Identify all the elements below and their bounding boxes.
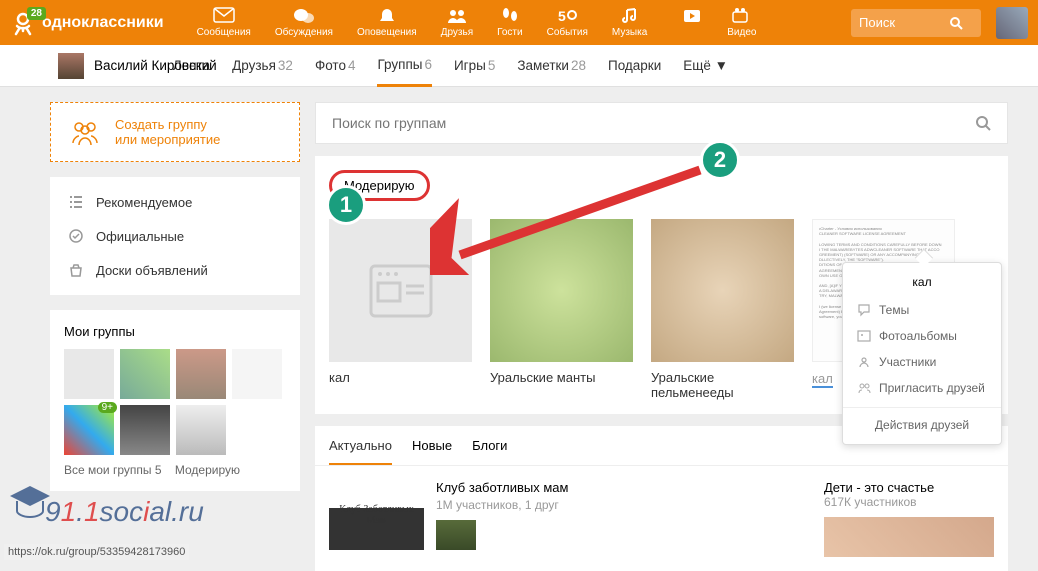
group-card[interactable]: Уральские пельменееды — [651, 219, 794, 400]
moderate-link[interactable]: Модерирую — [175, 463, 240, 477]
site-logo[interactable]: 28 одноклассники — [10, 10, 164, 36]
group-thumb[interactable] — [120, 405, 170, 455]
group-thumb[interactable] — [120, 349, 170, 399]
group-image — [490, 219, 633, 362]
all-groups-link[interactable]: Все мои группы 5 — [64, 463, 162, 477]
list-icon — [68, 194, 84, 210]
header-search[interactable] — [851, 9, 981, 37]
my-groups-title: Мои группы — [64, 324, 286, 339]
graduation-cap-icon — [5, 481, 55, 521]
sub-thumb — [436, 520, 476, 550]
group-thumb[interactable] — [176, 405, 226, 455]
actual-tab-current[interactable]: Актуально — [329, 438, 392, 465]
group-image — [329, 219, 472, 362]
create-group-button[interactable]: Создать группуили мероприятие — [50, 102, 300, 162]
popup-topics[interactable]: Темы — [843, 297, 1001, 323]
popup-albums[interactable]: Фотоальбомы — [843, 323, 1001, 349]
sidebar-item-official[interactable]: Официальные — [50, 219, 300, 253]
image-icon — [857, 329, 871, 343]
actual-tab-new[interactable]: Новые — [412, 438, 452, 465]
top-header: 28 одноклассники Сообщения Обсуждения Оп… — [0, 0, 1038, 45]
search-icon — [949, 16, 963, 30]
group-search-bar — [315, 102, 1008, 144]
nav-music[interactable]: Музыка — [604, 7, 655, 38]
group-image — [651, 219, 794, 362]
camera-icon — [731, 7, 753, 25]
popup-members[interactable]: Участники — [843, 349, 1001, 375]
group-thumb[interactable] — [64, 349, 114, 399]
profile-name: Василий Кировский — [94, 58, 217, 73]
user-avatar[interactable] — [996, 7, 1028, 39]
invite-icon — [857, 381, 871, 395]
profile-tabs: Василий Кировский Лента Друзья32 Фото4 Г… — [0, 45, 1038, 87]
site-name: одноклассники — [42, 14, 164, 32]
tab-groups[interactable]: Группы6 — [377, 45, 432, 87]
actual-section: Актуально Новые Блоги Клуб Заботливых Ма… — [315, 426, 1008, 571]
group-icon — [69, 119, 103, 145]
profile-user[interactable]: Василий Кировский — [58, 53, 217, 79]
watermark: 91.1social.ru — [15, 496, 204, 529]
tab-photos[interactable]: Фото4 — [315, 46, 356, 85]
featured-card[interactable]: Клуб Заботливых Мам Клуб заботливых мам … — [329, 480, 568, 557]
bell-icon — [376, 7, 398, 25]
nav-video-label[interactable]: Видео — [719, 7, 764, 38]
status-bar-url: https://ok.ru/group/53359428173960 — [4, 544, 189, 560]
chat-icon — [293, 7, 315, 25]
person-icon — [857, 355, 871, 369]
group-card[interactable]: Уральские манты — [490, 219, 633, 400]
sidebar-item-boards[interactable]: Доски объявлений — [50, 253, 300, 287]
featured-card[interactable]: Дети - это счастье 617К участников — [824, 480, 994, 557]
search-icon[interactable] — [975, 115, 991, 131]
footprints-icon — [499, 7, 521, 25]
group-popup: кал Темы Фотоальбомы Участники Пригласит… — [842, 262, 1002, 445]
people-icon — [446, 7, 468, 25]
tab-games[interactable]: Игры5 — [454, 46, 495, 85]
events-icon: 5 — [556, 7, 578, 25]
svg-text:5: 5 — [558, 8, 566, 24]
annotation-step-1: 1 — [326, 185, 366, 225]
nav-friends[interactable]: Друзья — [433, 7, 481, 38]
profile-avatar — [58, 53, 84, 79]
nav-notifications[interactable]: Оповещения — [349, 7, 425, 38]
ok-logo-icon: 28 — [10, 10, 36, 36]
popup-invite[interactable]: Пригласить друзей — [843, 375, 1001, 401]
group-thumb[interactable] — [232, 349, 282, 399]
nav-video[interactable] — [673, 7, 711, 38]
actual-tab-blogs[interactable]: Блоги — [472, 438, 507, 465]
tab-gifts[interactable]: Подарки — [608, 46, 661, 85]
featured-image: Клуб Заботливых Мам — [329, 480, 424, 550]
check-icon — [68, 228, 84, 244]
music-icon — [619, 7, 641, 25]
featured-image — [824, 517, 994, 557]
group-thumb[interactable] — [176, 349, 226, 399]
group-search-input[interactable] — [332, 115, 975, 131]
basket-icon — [68, 262, 84, 278]
play-icon — [681, 7, 703, 25]
tab-friends[interactable]: Друзья32 — [232, 46, 293, 85]
my-groups-panel: Мои группы 9+ Все мои группы 5 Модерирую — [50, 310, 300, 491]
nav-messages[interactable]: Сообщения — [189, 7, 259, 38]
popup-footer[interactable]: Действия друзей — [843, 407, 1001, 436]
sidebar-menu: Рекомендуемое Официальные Доски объявлен… — [50, 177, 300, 295]
group-card[interactable]: кал — [329, 219, 472, 400]
chat-icon — [857, 303, 871, 317]
group-thumb[interactable]: 9+ — [64, 405, 114, 455]
nav-events[interactable]: 5События — [539, 7, 596, 38]
tab-notes[interactable]: Заметки28 — [517, 46, 586, 85]
sidebar-item-recommended[interactable]: Рекомендуемое — [50, 185, 300, 219]
annotation-step-2: 2 — [700, 140, 740, 180]
popup-title: кал — [843, 271, 1001, 297]
envelope-icon — [213, 7, 235, 25]
nav-discussions[interactable]: Обсуждения — [267, 7, 341, 38]
search-input[interactable] — [859, 15, 949, 30]
header-nav: Сообщения Обсуждения Оповещения Друзья Г… — [189, 7, 765, 38]
nav-guests[interactable]: Гости — [489, 7, 530, 38]
tab-more[interactable]: Ещё ▼ — [683, 46, 728, 85]
notification-badge: 28 — [27, 7, 46, 20]
